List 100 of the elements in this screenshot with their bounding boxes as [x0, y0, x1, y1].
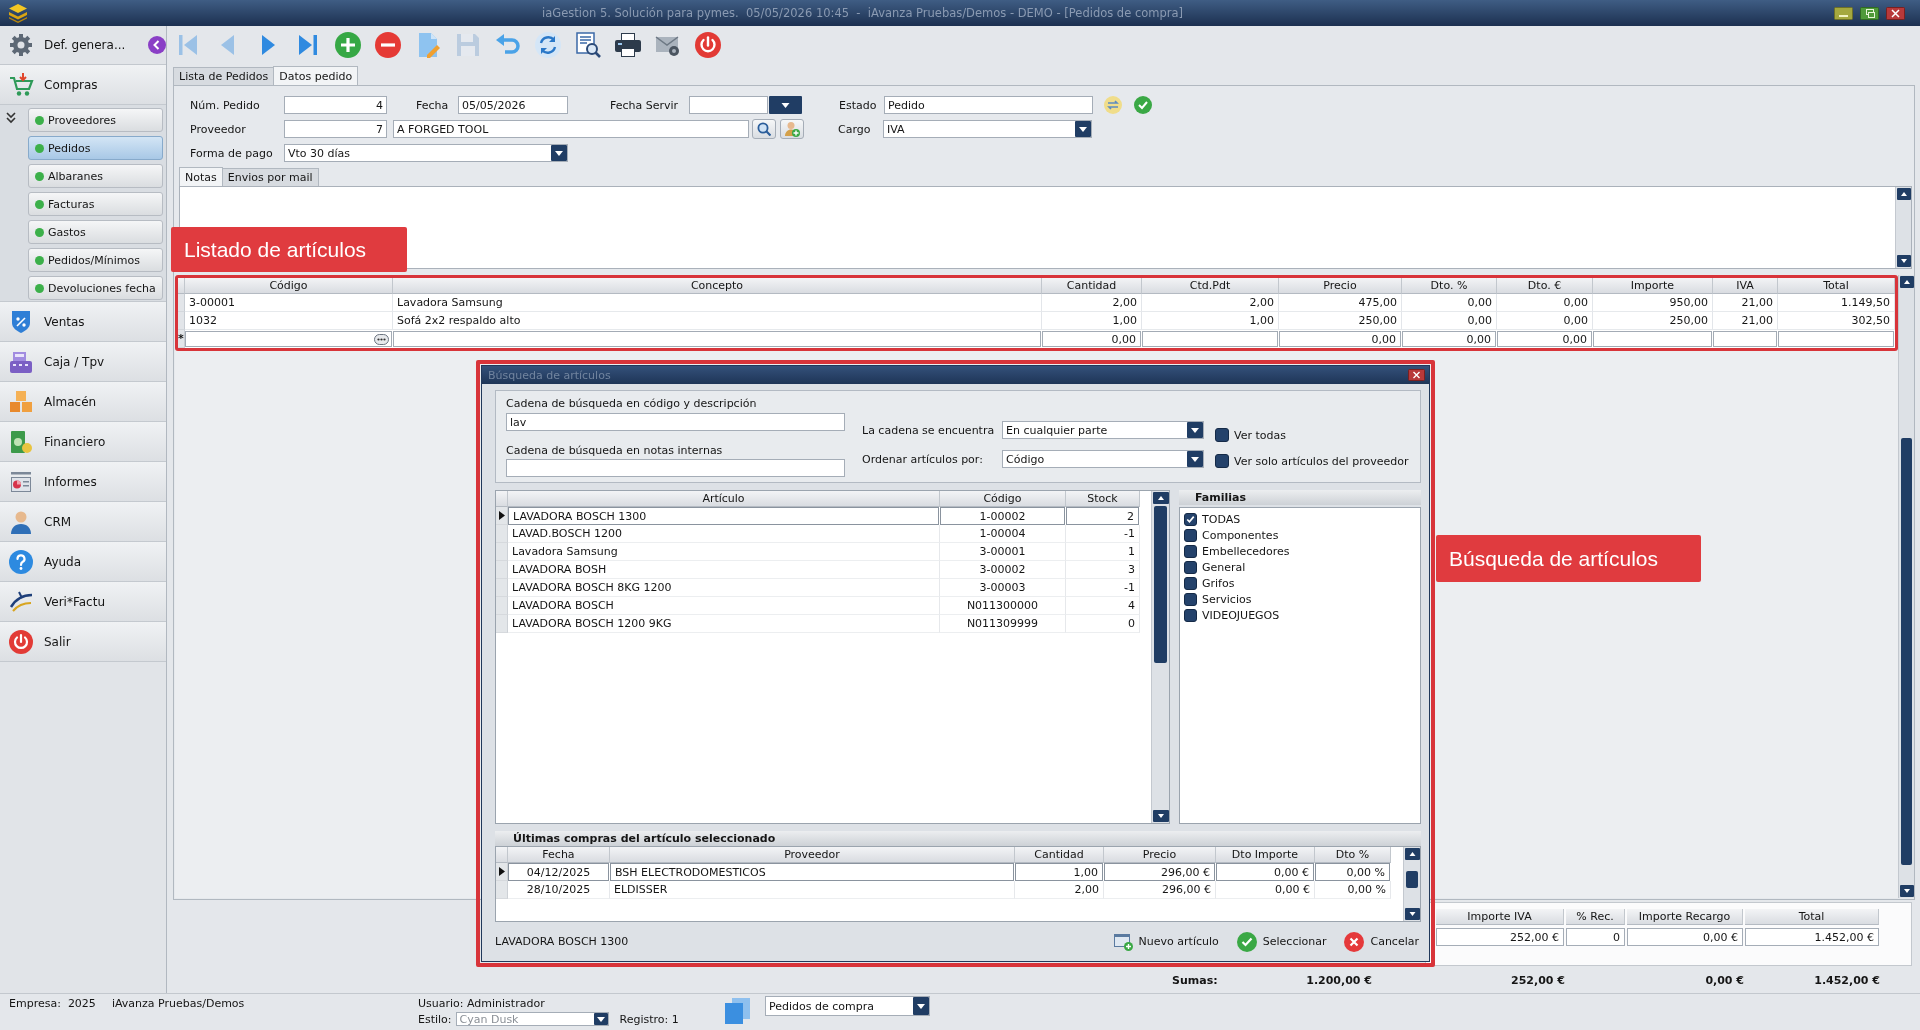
column-header[interactable]: Código — [185, 278, 393, 294]
input-field[interactable]: lav — [506, 413, 845, 431]
restore-icon[interactable] — [1860, 6, 1879, 20]
close-icon[interactable] — [1886, 6, 1905, 20]
add-supplier-button[interactable] — [780, 119, 804, 139]
documents-icon[interactable] — [722, 998, 753, 1024]
scroll-down-icon[interactable] — [1900, 885, 1914, 897]
column-header[interactable]: Stock — [1066, 491, 1140, 507]
sidebar-item[interactable]: Devoluciones fecha — [28, 276, 163, 300]
input-field[interactable]: 05/05/2026 — [458, 96, 568, 114]
tab[interactable]: Lista de Pedidos — [173, 67, 275, 85]
row-selector[interactable] — [496, 863, 508, 881]
checkbox[interactable] — [1184, 544, 1197, 558]
select-button[interactable]: Seleccionar — [1236, 931, 1327, 952]
tab[interactable]: Envios por mail — [221, 168, 319, 186]
column-header[interactable]: Total — [1778, 278, 1895, 294]
tab[interactable]: Datos pedido — [273, 66, 359, 85]
input-field[interactable] — [506, 459, 845, 477]
input-field[interactable] — [185, 331, 392, 347]
chevron-left-icon[interactable] — [148, 36, 166, 54]
power-icon[interactable] — [694, 31, 722, 59]
input-field[interactable] — [1713, 331, 1777, 347]
sidebar-module[interactable]: Almacén — [0, 382, 166, 422]
input-field[interactable]: 7 — [284, 120, 387, 138]
scroll-thumb[interactable] — [1901, 438, 1912, 866]
column-header[interactable]: Importe — [1593, 278, 1713, 294]
refresh-icon[interactable] — [534, 31, 562, 59]
column-header[interactable]: IVA — [1713, 278, 1778, 294]
scrollbar[interactable] — [1895, 187, 1911, 268]
sidebar-module[interactable]: Def. genera... — [0, 27, 148, 63]
sidebar-module[interactable]: Informes — [0, 462, 166, 502]
scrollbar[interactable] — [1403, 847, 1420, 921]
sidebar-module[interactable]: Caja / Tpv — [0, 342, 166, 382]
input-field[interactable]: 0,00 — [1279, 331, 1401, 347]
checkbox[interactable] — [1215, 428, 1229, 442]
printer-icon[interactable] — [614, 31, 642, 59]
column-header[interactable]: Proveedor — [610, 847, 1015, 863]
sidebar-module[interactable]: Compras — [0, 65, 166, 105]
sidebar-module[interactable]: Ventas — [0, 302, 166, 342]
input-field[interactable] — [1593, 331, 1712, 347]
sidebar-item[interactable]: Facturas — [28, 192, 163, 216]
ellipsis-icon[interactable] — [374, 333, 389, 345]
sidebar-item[interactable]: Pedidos — [28, 136, 163, 160]
column-header[interactable]: Ctd.Pdt — [1142, 278, 1279, 294]
column-header[interactable]: Artículo — [508, 491, 940, 507]
column-header[interactable]: Dto. % — [1402, 278, 1497, 294]
input-field[interactable]: 0,00 — [1042, 331, 1141, 347]
input-field[interactable]: 0,00 — [1497, 331, 1592, 347]
scroll-down-icon[interactable] — [1153, 810, 1169, 822]
scroll-up-icon[interactable] — [1900, 276, 1914, 288]
scroll-up-icon[interactable] — [1897, 188, 1911, 200]
close-icon[interactable] — [1408, 369, 1425, 381]
column-header[interactable]: Cantidad — [1042, 278, 1142, 294]
input-field[interactable] — [689, 96, 768, 114]
scroll-down-icon[interactable] — [1897, 255, 1911, 267]
document-search-icon[interactable] — [574, 31, 602, 59]
input-field[interactable]: A FORGED TOOL — [393, 120, 749, 138]
sidebar-item[interactable]: Pedidos/Mínimos — [28, 248, 163, 272]
column-header[interactable]: Dto. € — [1497, 278, 1593, 294]
scroll-thumb[interactable] — [1154, 506, 1167, 664]
minimize-icon[interactable] — [1834, 6, 1853, 20]
sidebar-item[interactable]: Proveedores — [28, 108, 163, 132]
input-field[interactable]: 4 — [284, 96, 387, 114]
input-field[interactable] — [393, 331, 1041, 347]
row-selector[interactable] — [496, 507, 508, 525]
column-header[interactable]: Dto % — [1315, 847, 1391, 863]
scroll-down-icon[interactable] — [1405, 908, 1420, 920]
column-header[interactable]: Dto Importe — [1216, 847, 1315, 863]
input-field[interactable] — [1778, 331, 1894, 347]
checkbox[interactable] — [1184, 528, 1197, 542]
checkbox[interactable] — [1184, 512, 1197, 526]
sidebar-module[interactable]: Veri*Factu — [0, 582, 166, 622]
scroll-up-icon[interactable] — [1153, 492, 1169, 504]
new-article-button[interactable]: Nuevo artículo — [1112, 932, 1219, 951]
sidebar-module[interactable]: Salir — [0, 622, 166, 662]
column-header[interactable]: Precio — [1279, 278, 1402, 294]
select-field[interactable]: En cualquier parte — [1002, 421, 1204, 439]
input-field[interactable]: Pedido — [884, 96, 1093, 114]
sidebar-item[interactable]: Gastos — [28, 220, 163, 244]
notes-field[interactable] — [179, 186, 1912, 269]
column-header[interactable]: Código — [940, 491, 1066, 507]
scroll-up-icon[interactable] — [1405, 848, 1420, 860]
scrollbar[interactable] — [1151, 491, 1169, 823]
checkbox[interactable] — [1184, 608, 1197, 622]
sidebar-module[interactable]: Financiero — [0, 422, 166, 462]
column-header[interactable]: Fecha — [508, 847, 610, 863]
select-field[interactable]: Código — [1002, 450, 1204, 468]
search-button[interactable] — [752, 119, 776, 139]
checkbox[interactable] — [1184, 592, 1197, 606]
input-field[interactable]: 0,00 — [1402, 331, 1496, 347]
select-field[interactable]: Pedidos de compra — [765, 996, 930, 1016]
sidebar-module[interactable]: Ayuda — [0, 542, 166, 582]
sidebar-item[interactable]: Albaranes — [28, 164, 163, 188]
double-chevron-icon[interactable] — [5, 112, 17, 124]
scroll-thumb[interactable] — [1406, 870, 1418, 889]
tab[interactable]: Notas — [179, 167, 223, 186]
plus-circle-icon[interactable] — [334, 31, 362, 59]
sidebar-module[interactable]: CRM — [0, 502, 166, 542]
checkbox[interactable] — [1215, 454, 1229, 468]
select-field[interactable]: IVA — [883, 120, 1092, 138]
